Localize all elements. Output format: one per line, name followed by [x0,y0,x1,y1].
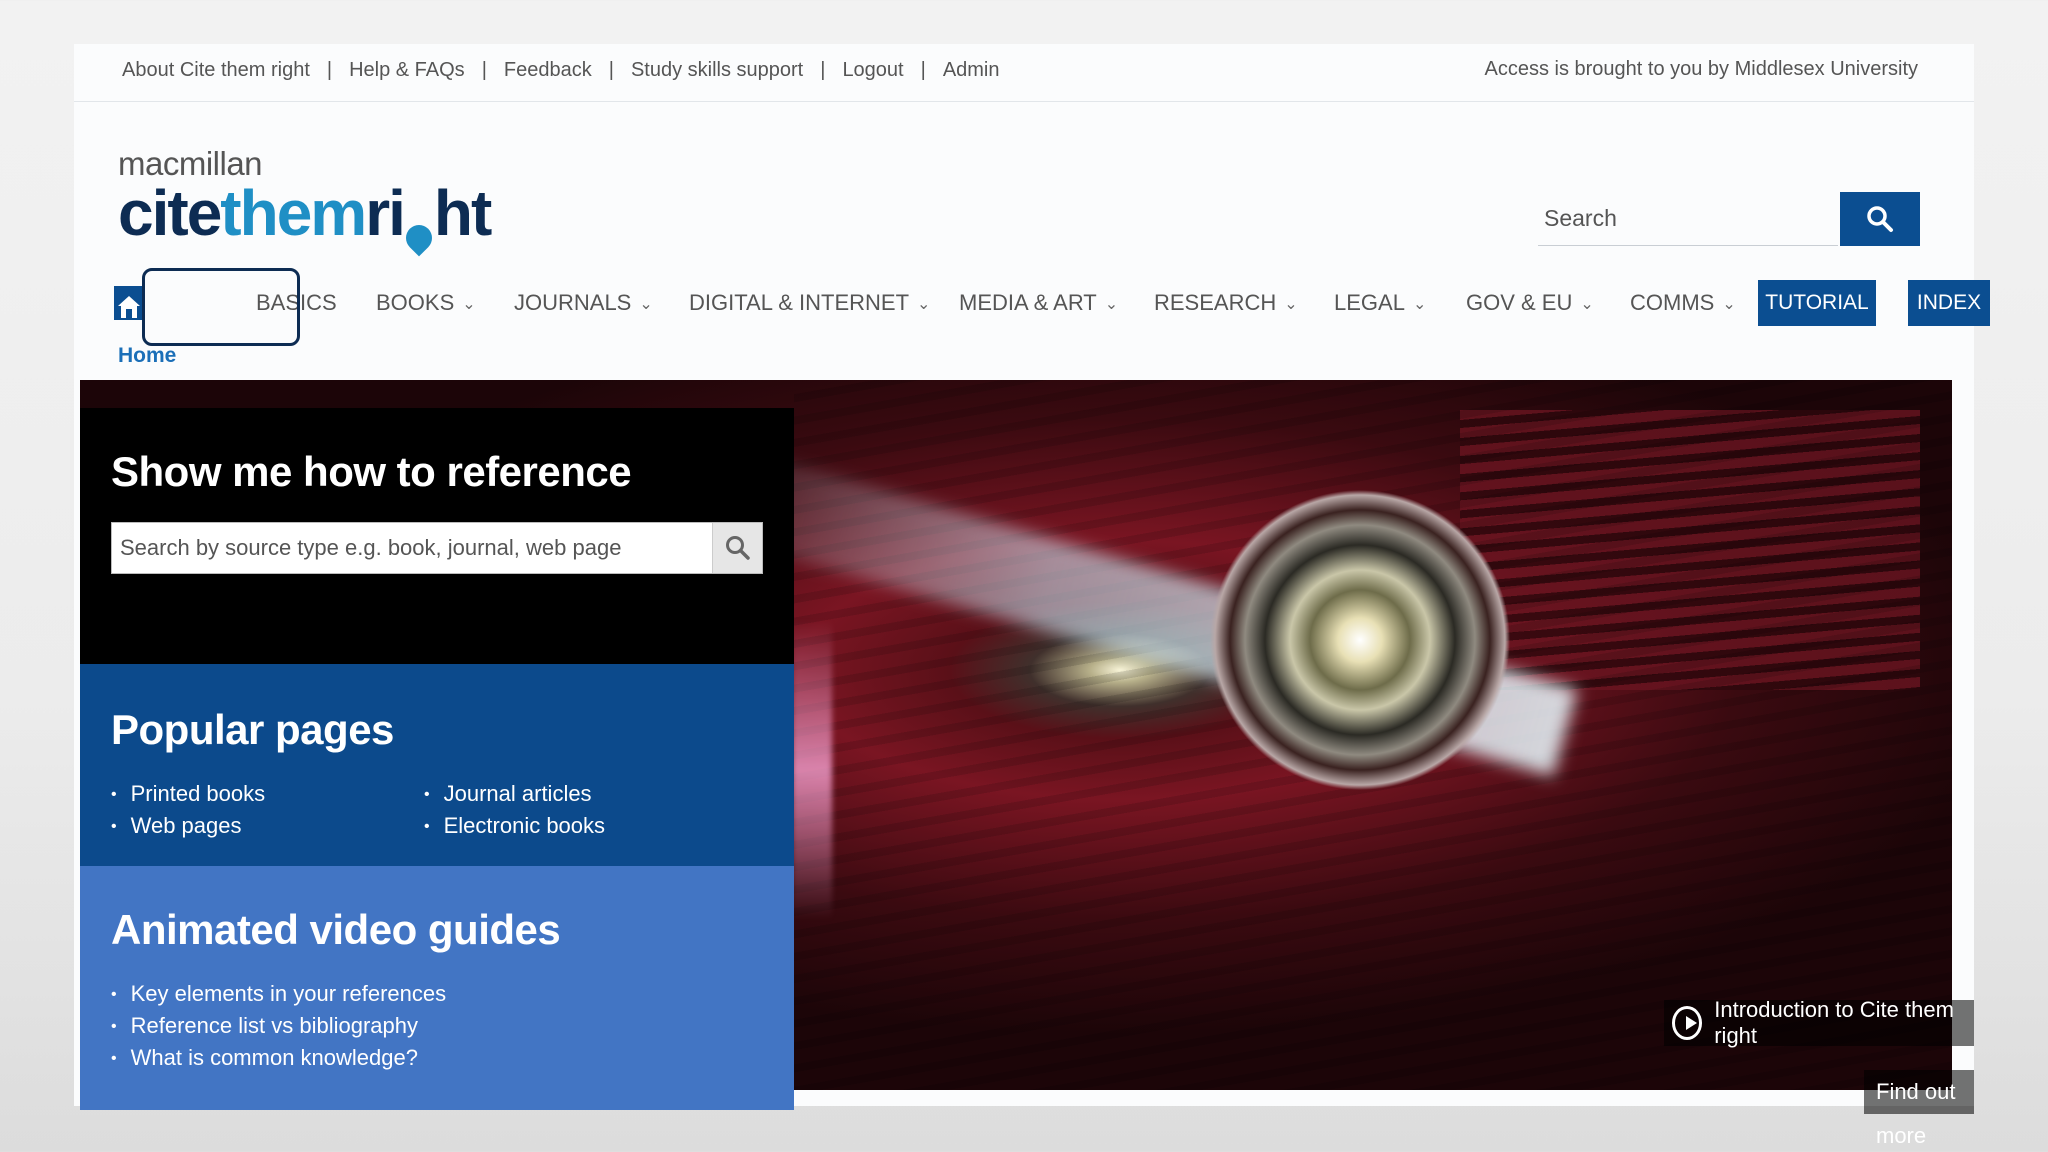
chevron-down-icon: ⌄ [1104,296,1119,313]
video-link-reference-list[interactable]: Reference list vs bibliography [111,1010,446,1042]
header-search [1538,192,1920,246]
nav-books[interactable]: BOOKS ⌄ [376,278,476,328]
about-link[interactable]: About Cite them right [122,59,310,82]
video-guides-title: Animated video guides [111,906,561,953]
projector-lens [1210,490,1510,790]
nav-research[interactable]: RESEARCH ⌄ [1154,278,1298,328]
help-faqs-link[interactable]: Help & FAQs [349,59,465,82]
chevron-down-icon: ⌄ [917,296,931,313]
video-link-common-knowledge[interactable]: What is common knowledge? [111,1042,446,1074]
nav-gov-eu[interactable]: GOV & EU ⌄ [1466,278,1594,328]
video-guides-panel: Animated video guides Key elements in yo… [80,866,794,1110]
chevron-down-icon: ⌄ [1284,296,1298,313]
reference-search-box [111,522,763,574]
logout-link[interactable]: Logout [842,59,903,82]
find-out-more-link[interactable]: Find out more [1864,1070,1974,1148]
video-link-key-elements[interactable]: Key elements in your references [111,978,447,1010]
search-icon [725,536,750,560]
top-links: About Cite them right | Help & FAQs | Fe… [122,59,1000,82]
chevron-down-icon: ⌄ [1412,296,1427,313]
separator: | [481,59,487,81]
play-icon [1672,1006,1703,1040]
popular-link-web-pages[interactable]: Web pages [111,810,265,842]
page-frame: About Cite them right | Help & FAQs | Fe… [74,44,1990,1148]
chevron-down-icon: ⌄ [462,296,476,313]
study-skills-link[interactable]: Study skills support [631,59,803,82]
popular-link-printed-books[interactable]: Printed books [111,778,266,810]
video-guides-list: Key elements in your references Referenc… [111,978,447,1074]
chevron-down-icon: ⌄ [639,296,653,313]
main-nav: BASICS BOOKS ⌄ JOURNALS ⌄ DIGITAL & INTERN… [114,278,1990,328]
home-icon [118,296,140,318]
nav-comms[interactable]: COMMS ⌄ [1630,278,1736,328]
intro-video-button[interactable]: Introduction to Cite them right [1664,997,1974,1048]
site-logo[interactable]: macmillan citethemri ht [118,146,492,257]
nav-media-art[interactable]: MEDIA & ART ⌄ [959,278,1118,328]
nav-basics[interactable]: BASICS [256,278,337,328]
nav-legal[interactable]: LEGAL ⌄ [1334,278,1426,328]
tutorial-button[interactable]: TUTORIAL [1758,280,1876,326]
separator: | [820,59,826,81]
intro-video-label: Introduction to Cite them right [1714,997,1954,1048]
access-notice: Access is brought to you by Middlesex Un… [1484,58,1918,80]
reference-search-button[interactable] [712,523,762,573]
hero-glow [792,620,832,920]
admin-link[interactable]: Admin [943,59,1000,82]
logo-wordmark: citethemri ht [118,181,492,257]
reference-search-panel: Show me how to reference [80,408,794,664]
breadcrumb-home[interactable]: Home [118,344,176,368]
popular-list-left: Printed books Web pages [111,778,266,842]
popular-link-journal-articles[interactable]: Journal articles [424,778,605,810]
popular-pages-title: Popular pages [111,706,394,753]
search-button[interactable] [1840,192,1920,246]
top-bar: About Cite them right | Help & FAQs | Fe… [74,44,1974,102]
search-input[interactable] [1538,192,1838,246]
reference-title: Show me how to reference [111,448,632,495]
popular-pages-panel: Popular pages Printed books Web pages Jo… [80,664,794,866]
nav-journals[interactable]: JOURNALS ⌄ [514,278,653,328]
chevron-down-icon: ⌄ [1580,296,1594,313]
separator: | [920,59,926,81]
index-button[interactable]: INDEX [1908,280,1990,326]
source-type-search-input[interactable] [112,523,682,573]
popular-link-electronic-books[interactable]: Electronic books [424,810,605,842]
separator: | [608,59,614,81]
chevron-down-icon: ⌄ [1722,296,1736,313]
popular-list-right: Journal articles Electronic books [424,778,605,842]
home-button[interactable] [114,286,144,320]
search-icon [1867,206,1893,232]
feedback-link[interactable]: Feedback [504,59,592,82]
nav-digital-internet[interactable]: DIGITAL & INTERNET ⌄ [689,278,930,328]
logo-pin-icon [400,219,438,257]
separator: | [326,59,333,81]
